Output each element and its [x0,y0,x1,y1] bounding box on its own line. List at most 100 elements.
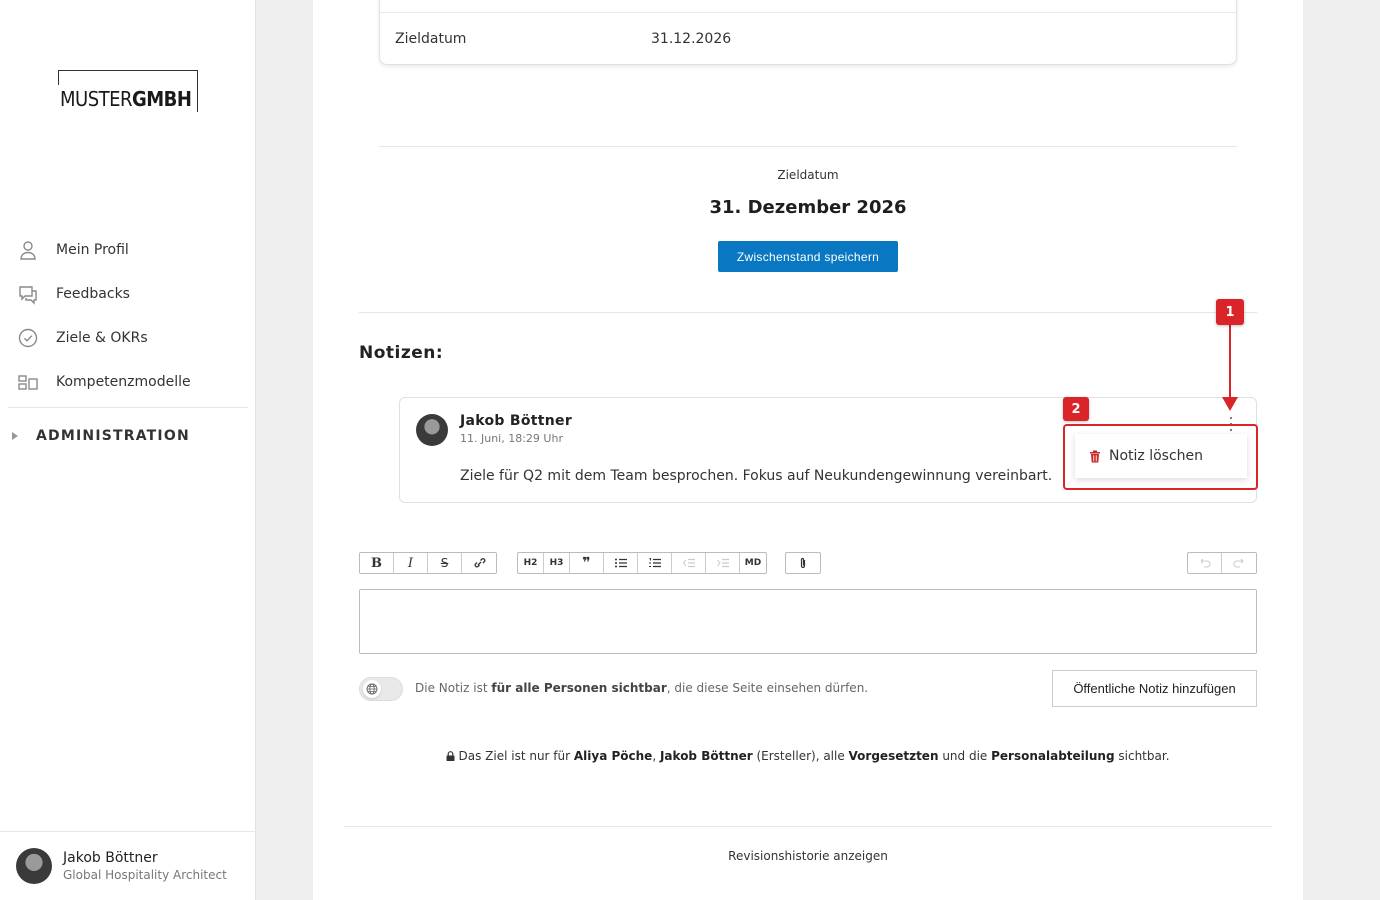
bullet-list-icon [614,558,627,568]
quote-button[interactable]: ❞ [570,553,604,573]
italic-icon: I [407,555,414,571]
toolbar-block-group: H2 H3 ❞ MD [517,552,767,574]
table-row: Zieldatum 31.12.2026 [380,12,1236,65]
logo-text-light: MUSTER [60,87,132,111]
logo-text-bold: GMBH [131,87,192,111]
annotation-arrow-head [1222,397,1238,411]
sidebar-item-label: Mein Profil [56,242,129,258]
privacy-person: Aliya Pöche [573,749,653,763]
user-role: Global Hospitality Architect [63,868,227,882]
privacy-text: sichtbar. [1114,749,1170,763]
user-info: Jakob Böttner Global Hospitality Archite… [63,850,227,882]
avatar [16,848,52,884]
numbered-list-button[interactable] [638,553,672,573]
check-circle-icon [17,327,39,349]
annotation-badge-1: 1 [1216,299,1244,325]
undo-icon [1200,558,1210,568]
divider [359,312,1257,313]
save-progress-button[interactable]: Zwischenstand speichern [718,241,898,272]
paperclip-icon [800,557,806,569]
detail-value: 31.12.2026 [651,31,732,47]
sidebar-item-administration[interactable]: ADMINISTRATION [0,408,256,464]
delete-note-menu-item[interactable]: Notiz löschen [1075,434,1247,478]
divider [379,146,1237,147]
sidebar-item-label: Kompetenzmodelle [56,374,191,390]
current-user[interactable]: Jakob Böttner Global Hospitality Archite… [0,831,256,900]
toolbar-attach-group [785,552,821,574]
main-navigation: Mein Profil Feedbacks Ziele & OKRs Kompe… [0,228,256,464]
company-logo[interactable]: MUSTERGMBH [58,70,200,112]
visibility-suffix: , die diese Seite einsehen dürfen. [666,681,869,695]
privacy-text: und die [938,749,992,763]
admin-label: ADMINISTRATION [36,428,190,444]
sidebar-item-label: Feedbacks [56,286,130,302]
user-icon [17,239,39,261]
annotation-arrow [1229,325,1231,399]
markdown-button[interactable]: MD [740,553,766,573]
bold-icon: B [371,555,382,571]
note-author: Jakob Böttner [460,413,573,429]
annotation-badge-2: 2 [1063,397,1089,421]
visibility-toggle[interactable] [359,677,403,701]
attach-button[interactable] [786,553,820,573]
redo-button[interactable] [1222,553,1256,573]
sidebar: MUSTERGMBH Mein Profil Feedbacks Ziele &… [0,0,256,900]
target-date: 31. Dezember 2026 [709,197,907,218]
lock-icon [446,751,455,761]
privacy-text: Das Ziel ist nur für [458,749,574,763]
layout-blocks-icon [17,371,39,393]
redo-icon [1233,558,1244,568]
revision-history-link[interactable]: Revisionshistorie anzeigen [313,849,1303,863]
add-public-note-button[interactable]: Öffentliche Notiz hinzufügen [1052,670,1257,707]
detail-key: Zieldatum [395,31,467,47]
heading-2-button[interactable]: H2 [518,553,544,573]
note-text: Ziele für Q2 mit dem Team besprochen. Fo… [460,468,1053,484]
privacy-notice: Das Ziel ist nur für Aliya Pöche, Jakob … [313,749,1303,763]
target-date-caption: Zieldatum [777,168,839,182]
divider [344,826,1272,827]
sidebar-item-kompetenzmodelle[interactable]: Kompetenzmodelle [0,360,256,404]
notes-heading: Notizen: [359,343,444,363]
sidebar-item-feedbacks[interactable]: Feedbacks [0,272,256,316]
privacy-group: Personalabteilung [991,749,1115,763]
visibility-prefix: Die Notiz ist [415,681,492,695]
visibility-emphasis: für alle Personen sichtbar [491,681,667,695]
toggle-knob [363,680,381,698]
globe-icon [366,683,378,695]
quote-icon: ❞ [582,555,591,571]
outdent-icon [682,558,695,568]
bold-button[interactable]: B [360,553,394,573]
privacy-text: , [652,749,660,763]
toolbar-format-group: B I S [359,552,497,574]
privacy-group: Vorgesetzten [848,749,939,763]
sidebar-item-label: Ziele & OKRs [56,330,148,346]
toolbar-history-group [1187,552,1257,574]
indent-button[interactable] [706,553,740,573]
strikethrough-icon: S [440,556,449,570]
more-options-icon[interactable] [1228,417,1234,431]
main-content: Zieldatum 31.12.2026 Zieldatum 31. Dezem… [313,0,1303,900]
sidebar-item-mein-profil[interactable]: Mein Profil [0,228,256,272]
bullet-list-button[interactable] [604,553,638,573]
menu-item-label: Notiz löschen [1109,448,1204,464]
goal-details-table: Zieldatum 31.12.2026 [379,0,1237,65]
indent-icon [716,558,729,568]
numbered-list-icon [648,558,661,568]
sidebar-item-ziele-okrs[interactable]: Ziele & OKRs [0,316,256,360]
visibility-description: Die Notiz ist für alle Personen sichtbar… [415,681,868,695]
undo-button[interactable] [1188,553,1222,573]
link-icon [474,558,486,568]
user-name: Jakob Böttner [63,850,158,866]
note-timestamp: 11. Juni, 18:29 Uhr [460,432,563,445]
outdent-button[interactable] [672,553,706,573]
link-button[interactable] [462,553,496,573]
chat-bubbles-icon [17,283,39,305]
privacy-person: Jakob Böttner [659,749,753,763]
note-editor-textarea[interactable] [359,589,1257,654]
italic-button[interactable]: I [394,553,428,573]
trash-icon [1090,450,1100,462]
caret-right-icon [12,432,18,440]
strikethrough-button[interactable]: S [428,553,462,573]
avatar [416,414,448,446]
heading-3-button[interactable]: H3 [544,553,570,573]
